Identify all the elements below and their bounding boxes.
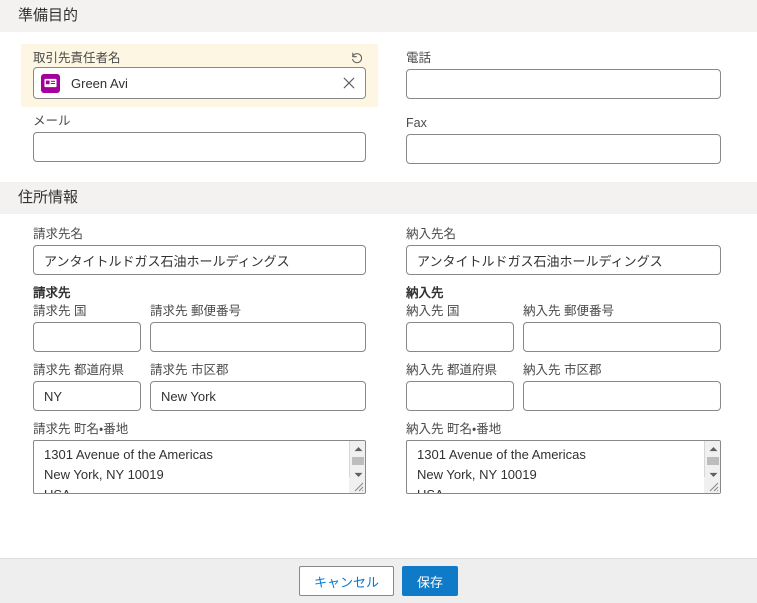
fax-input[interactable]: [406, 134, 721, 164]
shipping-name-label: 納入先名: [406, 227, 457, 241]
shipping-postal-label: 納入先 郵便番号: [523, 304, 614, 318]
billing-group-label: 請求先: [33, 286, 71, 300]
shipping-street-scrollbar[interactable]: [704, 441, 720, 493]
dialog-footer: キャンセル 保存: [0, 558, 757, 603]
shipping-group-label: 納入先: [406, 286, 444, 300]
shipping-state-input[interactable]: [406, 381, 514, 411]
shipping-name-group: 納入先名: [406, 226, 721, 275]
billing-street-value: 1301 Avenue of the Americas New York, NY…: [44, 447, 213, 493]
phone-input[interactable]: [406, 69, 721, 99]
scrollbar-thumb[interactable]: [707, 457, 719, 465]
cancel-button[interactable]: キャンセル: [298, 566, 394, 596]
billing-city-input[interactable]: [150, 381, 366, 411]
shipping-street-group: 納入先 町名・番地 1301 Avenue of the Americas Ne…: [406, 421, 721, 494]
billing-postal-input[interactable]: [150, 322, 366, 352]
close-x-icon[interactable]: [339, 73, 359, 93]
billing-city-group: 請求先 市区郡: [150, 362, 366, 411]
email-field-group: メール: [33, 113, 366, 162]
resize-grip-icon[interactable]: [349, 477, 365, 493]
shipping-state-label: 納入先 都道府県: [406, 363, 497, 377]
shipping-city-input[interactable]: [523, 381, 721, 411]
shipping-country-postal-row: 納入先 国 納入先 郵便番号: [406, 303, 721, 352]
shipping-city-label: 納入先 市区郡: [523, 363, 602, 377]
shipping-street-value: 1301 Avenue of the Americas New York, NY…: [417, 447, 586, 493]
prep-right-column: 電話 Fax: [391, 44, 757, 164]
edit-form: 準備目的 取引先責任者名 Green Avi メール 電話 Fax 住所情報 請…: [0, 0, 757, 603]
prep-left-column: 取引先責任者名 Green Avi メール: [0, 44, 391, 164]
billing-name-input[interactable]: [33, 245, 366, 275]
shipping-name-input[interactable]: [406, 245, 721, 275]
billing-street-scrollbar[interactable]: [349, 441, 365, 493]
billing-state-input[interactable]: [33, 381, 141, 411]
billing-street-label: 請求先 町名・番地: [33, 422, 129, 436]
scroll-up-arrow-icon[interactable]: [350, 442, 365, 456]
shipping-state-city-row: 納入先 都道府県 納入先 市区郡: [406, 362, 721, 411]
billing-city-label: 請求先 市区郡: [150, 363, 229, 377]
billing-country-label: 請求先 国: [33, 304, 87, 318]
email-input[interactable]: [33, 132, 366, 162]
billing-state-group: 請求先 都道府県: [33, 362, 141, 411]
billing-country-postal-row: 請求先 国 請求先 郵便番号: [33, 303, 366, 352]
undo-arrow-icon[interactable]: [348, 49, 366, 67]
billing-postal-group: 請求先 郵便番号: [150, 303, 366, 352]
shipping-city-group: 納入先 市区郡: [523, 362, 721, 411]
billing-street-textarea[interactable]: 1301 Avenue of the Americas New York, NY…: [33, 440, 366, 494]
billing-name-group: 請求先名: [33, 226, 366, 275]
shipping-country-label: 納入先 国: [406, 304, 460, 318]
billing-column: 請求先名 請求先 請求先 国 請求先 郵便番号 請求先 都道府県: [0, 226, 391, 494]
billing-country-input[interactable]: [33, 322, 141, 352]
contact-lookup-box[interactable]: Green Avi: [33, 67, 366, 99]
phone-field-group: 電話: [406, 50, 721, 99]
shipping-postal-input[interactable]: [523, 322, 721, 352]
shipping-street-textarea[interactable]: 1301 Avenue of the Americas New York, NY…: [406, 440, 721, 494]
shipping-state-group: 納入先 都道府県: [406, 362, 514, 411]
resize-grip-icon[interactable]: [704, 477, 720, 493]
shipping-street-label: 納入先 町名・番地: [406, 422, 502, 436]
shipping-country-group: 納入先 国: [406, 303, 514, 352]
billing-postal-label: 請求先 郵便番号: [150, 304, 241, 318]
contact-label-row: 取引先責任者名: [33, 49, 366, 67]
section-header-address: 住所情報: [0, 182, 757, 214]
email-label: メール: [33, 114, 71, 128]
fax-field-group: Fax: [406, 115, 721, 164]
contact-card-icon: [41, 73, 60, 93]
prep-columns: 取引先責任者名 Green Avi メール 電話 Fax: [0, 44, 757, 164]
contact-name-value: Green Avi: [71, 75, 128, 91]
billing-state-city-row: 請求先 都道府県 請求先 市区郡: [33, 362, 366, 411]
billing-name-label: 請求先名: [33, 227, 84, 241]
shipping-column: 納入先名 納入先 納入先 国 納入先 郵便番号 納入先 都道府県: [391, 226, 757, 494]
shipping-postal-group: 納入先 郵便番号: [523, 303, 721, 352]
address-columns: 請求先名 請求先 請求先 国 請求先 郵便番号 請求先 都道府県: [0, 226, 757, 494]
contact-lookup-field: 取引先責任者名 Green Avi: [21, 44, 378, 107]
scrollbar-thumb[interactable]: [352, 457, 364, 465]
shipping-country-input[interactable]: [406, 322, 514, 352]
section-header-prep: 準備目的: [0, 0, 757, 32]
contact-name-label: 取引先責任者名: [33, 51, 121, 65]
billing-state-label: 請求先 都道府県: [33, 363, 124, 377]
save-button[interactable]: 保存: [402, 566, 459, 596]
phone-label: 電話: [406, 51, 432, 65]
scroll-up-arrow-icon[interactable]: [705, 442, 720, 456]
billing-street-group: 請求先 町名・番地 1301 Avenue of the Americas Ne…: [33, 421, 366, 494]
billing-country-group: 請求先 国: [33, 303, 141, 352]
fax-label: Fax: [406, 116, 427, 130]
